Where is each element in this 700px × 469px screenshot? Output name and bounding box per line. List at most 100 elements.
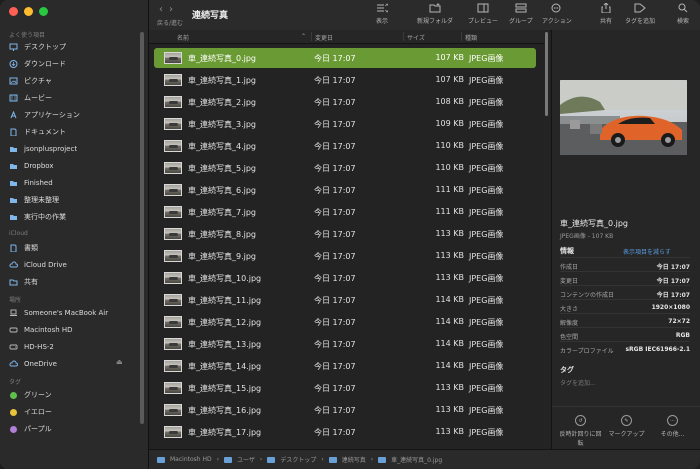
sidebar-item[interactable]: 書類 [9, 241, 38, 255]
desktop-icon [9, 43, 18, 51]
tags-input[interactable]: タグを追加... [560, 378, 596, 387]
file-row[interactable]: 車_連続写真_3.jpg 今日 17:07 109 KB JPEG画像 [154, 114, 536, 134]
sidebar-item[interactable]: ダウンロード [9, 57, 66, 71]
group-button[interactable]: グループ [509, 3, 533, 25]
preview-action-button[interactable]: ✎ マークアップ [604, 415, 649, 438]
sidebar-item-label: 書類 [24, 244, 38, 252]
sidebar-item[interactable]: Macintosh HD [9, 323, 73, 337]
file-list-scrollbar[interactable] [544, 30, 550, 449]
more-icon: ··· [667, 415, 678, 426]
scrollbar-thumb[interactable] [545, 32, 548, 116]
file-row[interactable]: 車_連続写真_10.jpg 今日 17:07 113 KB JPEG画像 [154, 268, 536, 288]
file-row[interactable]: 車_連続写真_14.jpg 今日 17:07 114 KB JPEG画像 [154, 356, 536, 376]
sidebar-item[interactable]: Finished [9, 176, 53, 190]
preview-action-button[interactable]: ··· その他... [650, 415, 695, 438]
sidebar-item-label: デスクトップ [24, 43, 66, 51]
sidebar-item-label: iCloud Drive [24, 261, 67, 269]
column-size[interactable]: サイズ [407, 33, 425, 42]
column-name[interactable]: 名前 [177, 33, 189, 42]
show-less-link[interactable]: 表示項目を減らす [623, 247, 671, 256]
file-size: 114 KB [435, 339, 464, 348]
file-size: 108 KB [435, 97, 464, 106]
path-crumb[interactable]: 連続写真 [342, 455, 366, 464]
file-row[interactable]: 車_連続写真_2.jpg 今日 17:07 108 KB JPEG画像 [154, 92, 536, 112]
sidebar-item[interactable]: ピクチャ [9, 74, 52, 88]
window-controls [9, 7, 48, 16]
file-row[interactable]: 車_連続写真_17.jpg 今日 17:07 113 KB JPEG画像 [154, 422, 536, 442]
path-crumb[interactable]: 車_連続写真_0.jpg [391, 455, 442, 464]
sidebar-item[interactable]: jsonplusproject [9, 142, 77, 156]
file-kind: JPEG画像 [469, 76, 504, 85]
file-date: 今日 17:07 [314, 340, 356, 349]
file-name: 車_連続写真_10.jpg [188, 274, 262, 283]
forward-icon[interactable]: › [169, 4, 173, 15]
sidebar-scrollbar[interactable] [140, 32, 144, 424]
add-tag-button[interactable]: タグを追加 [625, 3, 655, 25]
sort-chevron-icon[interactable]: ⌃ [301, 33, 306, 40]
sidebar-item[interactable]: デスクトップ [9, 40, 66, 54]
file-row[interactable]: 車_連続写真_16.jpg 今日 17:07 113 KB JPEG画像 [154, 400, 536, 420]
path-crumb[interactable]: ユーザ [237, 455, 255, 464]
file-row[interactable]: 車_連続写真_4.jpg 今日 17:07 110 KB JPEG画像 [154, 136, 536, 156]
column-date[interactable]: 変更日 [315, 33, 333, 42]
sidebar-item-label: パープル [24, 425, 52, 433]
file-row[interactable]: 車_連続写真_1.jpg 今日 17:07 107 KB JPEG画像 [154, 70, 536, 90]
file-row[interactable]: 車_連続写真_7.jpg 今日 17:07 111 KB JPEG画像 [154, 202, 536, 222]
close-button[interactable] [9, 7, 18, 16]
column-kind[interactable]: 種類 [465, 33, 477, 42]
search-button[interactable]: 検索 [677, 3, 689, 25]
file-row[interactable]: 車_連続写真_12.jpg 今日 17:07 114 KB JPEG画像 [154, 312, 536, 332]
column-divider[interactable] [403, 32, 404, 41]
preview-action-button[interactable]: ↺ 反時計回りに回転 [558, 415, 603, 447]
sidebar-item[interactable]: 実行中の作業 [9, 210, 66, 224]
sidebar-item[interactable]: OneDrive [9, 357, 57, 371]
file-row[interactable]: 車_連続写真_15.jpg 今日 17:07 113 KB JPEG画像 [154, 378, 536, 398]
file-date: 今日 17:07 [314, 208, 356, 217]
file-row[interactable]: 車_連続写真_5.jpg 今日 17:07 110 KB JPEG画像 [154, 158, 536, 178]
file-row[interactable]: 車_連続写真_13.jpg 今日 17:07 114 KB JPEG画像 [154, 334, 536, 354]
sidebar-item[interactable]: ムービー [9, 91, 52, 105]
image-thumbnail-icon [164, 118, 182, 130]
preview-actions: ↺ 反時計回りに回転 ✎ マークアップ ··· その他... [552, 406, 700, 450]
image-thumbnail-icon [164, 140, 182, 152]
sidebar-item[interactable]: 共有 [9, 275, 38, 289]
path-folder-icon [224, 456, 233, 463]
eject-icon[interactable]: ⏏ [116, 358, 123, 366]
new-folder-button[interactable]: 新規フォルダ [417, 3, 453, 25]
preview-button[interactable]: プレビュー [468, 3, 498, 25]
path-crumb[interactable]: Macintosh HD [170, 456, 212, 463]
info-key: 大きさ [560, 306, 579, 313]
action-button[interactable]: アクション [542, 3, 572, 25]
back-icon[interactable]: ‹ [159, 4, 163, 15]
zoom-button[interactable] [39, 7, 48, 16]
file-row[interactable]: 車_連続写真_8.jpg 今日 17:07 113 KB JPEG画像 [154, 224, 536, 244]
path-crumb[interactable]: デスクトップ [280, 455, 316, 464]
file-row[interactable]: 車_連続写真_0.jpg 今日 17:07 107 KB JPEG画像 [154, 48, 536, 68]
view-button[interactable]: 表示 [376, 3, 388, 25]
file-kind: JPEG画像 [469, 230, 504, 239]
sidebar-section-tags: タグ [9, 379, 22, 386]
sidebar-item[interactable]: アプリケーション [9, 108, 80, 122]
sidebar-item[interactable]: ドキュメント [9, 125, 66, 139]
file-row[interactable]: 車_連続写真_11.jpg 今日 17:07 114 KB JPEG画像 [154, 290, 536, 310]
column-divider[interactable] [461, 32, 462, 41]
sidebar-item[interactable]: Someone's MacBook Air [9, 306, 108, 320]
minimize-button[interactable] [24, 7, 33, 16]
sidebar-item-label: Macintosh HD [24, 326, 73, 334]
sidebar-item[interactable]: HD-HS-2 [9, 340, 54, 354]
nav-buttons: ‹ › [159, 4, 173, 15]
share-button[interactable]: 共有 [600, 3, 612, 25]
sidebar-item[interactable]: 整理未整理 [9, 193, 59, 207]
sidebar-item[interactable]: Dropbox [9, 159, 54, 173]
file-kind: JPEG画像 [469, 428, 504, 437]
sidebar-item[interactable]: iCloud Drive [9, 258, 67, 272]
sidebar-item[interactable]: イエロー [9, 405, 52, 419]
file-name: 車_連続写真_7.jpg [188, 208, 257, 217]
file-row[interactable]: 車_連続写真_9.jpg 今日 17:07 113 KB JPEG画像 [154, 246, 536, 266]
info-value: 今日 17:07 [656, 264, 690, 271]
image-thumbnail-icon [164, 96, 182, 108]
column-divider[interactable] [311, 32, 312, 41]
sidebar-item[interactable]: パープル [9, 422, 52, 436]
file-row[interactable]: 車_連続写真_6.jpg 今日 17:07 111 KB JPEG画像 [154, 180, 536, 200]
sidebar-item[interactable]: グリーン [9, 388, 52, 402]
